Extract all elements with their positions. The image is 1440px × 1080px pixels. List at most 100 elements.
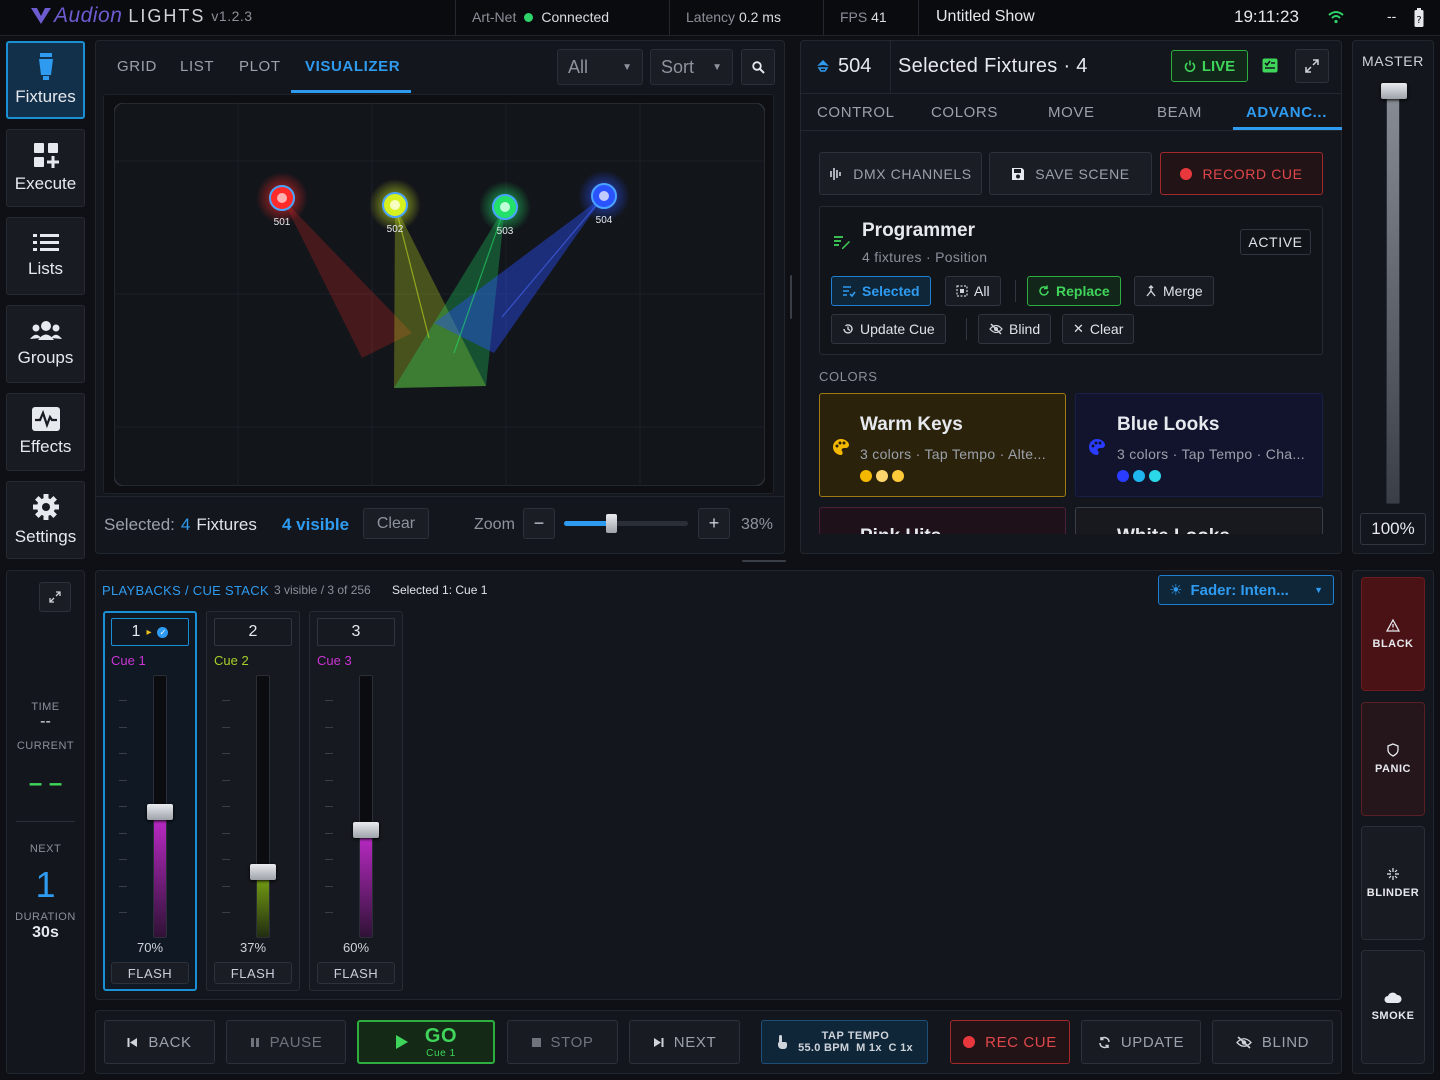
preset-title: Pink Hits — [860, 526, 941, 534]
color-preset-white-looks[interactable]: White Looks — [1075, 507, 1323, 534]
preset-swatches — [860, 470, 904, 482]
cue-column[interactable] — [309, 611, 403, 991]
next-button[interactable]: NEXT — [629, 1020, 740, 1064]
waveform-icon — [31, 407, 60, 431]
save-icon — [1012, 167, 1025, 180]
flash-button[interactable]: FLASH — [111, 962, 189, 984]
tap-tempo-button[interactable]: TAP TEMPO 55.0 BPM M 1x C 1x — [761, 1020, 928, 1064]
blackout-button[interactable]: BLACK — [1361, 577, 1425, 691]
dmx-channels-button[interactable]: DMX CHANNELS — [819, 152, 982, 195]
fader-tick — [222, 859, 230, 860]
zoom-slider[interactable] — [564, 514, 688, 533]
tab-advanced[interactable]: ADVANC... — [1246, 104, 1327, 121]
pause-button[interactable]: PAUSE — [226, 1020, 346, 1064]
tab-move[interactable]: MOVE — [1048, 104, 1095, 121]
cue-fader-handle[interactable] — [147, 803, 173, 820]
tab-list[interactable]: LIST — [180, 58, 214, 75]
cue-number-box[interactable]: 1 ▸ ✓ — [111, 618, 189, 646]
current-label: CURRENT — [16, 740, 75, 752]
preset-title: Warm Keys — [860, 414, 963, 435]
panic-button[interactable]: PANIC — [1361, 702, 1425, 816]
expand-panel-button[interactable] — [1295, 49, 1329, 83]
zoom-slider-fill — [564, 521, 612, 526]
checklist-icon[interactable] — [1262, 58, 1278, 73]
zoom-in-button[interactable]: + — [698, 508, 730, 539]
color-preset-pink-hits[interactable]: Pink Hits — [819, 507, 1066, 534]
update-cue-button[interactable]: Update Cue — [831, 314, 946, 344]
record-cue-button[interactable]: RECORD CUE — [1160, 152, 1323, 195]
search-button[interactable] — [741, 49, 775, 85]
blind-button[interactable]: Blind — [978, 314, 1052, 344]
clear-programmer-button[interactable]: ✕ Clear — [1062, 314, 1135, 344]
live-button[interactable]: LIVE — [1171, 50, 1248, 82]
merge-mode-button[interactable]: Merge — [1134, 276, 1214, 306]
selected-fixture-id: 504 — [838, 55, 872, 77]
cue-number-box[interactable]: 3 — [317, 618, 395, 646]
all-scope-button[interactable]: All — [945, 276, 1001, 306]
master-fader-handle[interactable] — [1381, 83, 1407, 99]
color-swatch — [1133, 470, 1145, 482]
fader-tick — [119, 806, 127, 807]
color-preset-blue-looks[interactable]: Blue Looks 3 colors · Tap Tempo · Cha... — [1075, 393, 1323, 497]
fader-tick — [222, 753, 230, 754]
preset-title: Blue Looks — [1117, 414, 1220, 435]
replace-mode-button[interactable]: Replace — [1027, 276, 1121, 306]
cue-fader[interactable] — [147, 675, 173, 938]
blinder-button[interactable]: BLINDER — [1361, 826, 1425, 940]
cue-column[interactable] — [103, 611, 197, 991]
stop-button[interactable]: STOP — [507, 1020, 618, 1064]
sort-dropdown[interactable]: Sort ▼ — [650, 49, 733, 85]
clear-selection-button[interactable]: Clear — [363, 508, 429, 539]
horizontal-resize-handle[interactable] — [742, 560, 786, 562]
preset-subtitle: 3 colors · Tap Tempo · Alte... — [860, 446, 1046, 462]
stage-canvas[interactable]: 501 502 503 504 — [114, 103, 765, 486]
cue-column[interactable] — [206, 611, 300, 991]
tab-grid[interactable]: GRID — [117, 58, 157, 75]
zoom-slider-handle[interactable] — [606, 514, 618, 533]
tab-colors[interactable]: COLORS — [931, 104, 998, 121]
zoom-out-button[interactable]: − — [523, 508, 555, 539]
filter-dropdown[interactable]: All ▼ — [557, 49, 643, 85]
gear-icon — [32, 494, 59, 520]
record-dot-icon — [1180, 167, 1193, 180]
master-fader[interactable] — [1381, 83, 1407, 504]
nav-settings[interactable]: Settings — [6, 481, 85, 559]
nav-fixtures[interactable]: Fixtures — [6, 41, 85, 119]
cue-fader[interactable] — [353, 675, 379, 938]
flash-button[interactable]: FLASH — [214, 962, 292, 984]
nav-effects[interactable]: Effects — [6, 393, 85, 471]
show-name[interactable]: Untitled Show — [936, 8, 1035, 26]
tab-control[interactable]: CONTROL — [817, 104, 895, 121]
fader-mode-dropdown[interactable]: ☀ Fader: Inten... ▼ — [1158, 575, 1334, 605]
fader-tick — [119, 859, 127, 860]
tab-plot[interactable]: PLOT — [239, 58, 281, 75]
go-button[interactable]: GO Cue 1 — [357, 1020, 495, 1064]
nav-groups[interactable]: Groups — [6, 305, 85, 383]
rec-cue-button[interactable]: REC CUE — [950, 1020, 1070, 1064]
cue-fader[interactable] — [250, 675, 276, 938]
nav-lists[interactable]: Lists — [6, 217, 85, 295]
update-button[interactable]: UPDATE — [1081, 1020, 1201, 1064]
fixture-label-503: 503 — [497, 226, 514, 237]
color-preset-warm-keys[interactable]: Warm Keys 3 colors · Tap Tempo · Alte... — [819, 393, 1066, 497]
tab-beam[interactable]: BEAM — [1157, 104, 1202, 121]
save-scene-button[interactable]: SAVE SCENE — [989, 152, 1152, 195]
color-presets-list[interactable]: Warm Keys 3 colors · Tap Tempo · Alte...… — [801, 392, 1341, 534]
color-swatch — [860, 470, 872, 482]
color-swatch — [876, 470, 888, 482]
flash-button[interactable]: FLASH — [317, 962, 395, 984]
visible-count: 4 visible — [282, 515, 350, 534]
expand-playbacks-button[interactable] — [39, 582, 71, 612]
selected-scope-button[interactable]: Selected — [831, 276, 931, 306]
blind-transport-button[interactable]: BLIND — [1212, 1020, 1333, 1064]
cue-fader-handle[interactable] — [250, 863, 276, 880]
duration-value: 30s — [32, 924, 59, 941]
nav-execute[interactable]: Execute — [6, 129, 85, 207]
smoke-button[interactable]: SMOKE — [1361, 950, 1425, 1064]
tab-visualizer[interactable]: VISUALIZER — [305, 58, 400, 75]
cue-fader-handle[interactable] — [353, 822, 379, 839]
vertical-resize-handle[interactable] — [790, 275, 792, 319]
cue-number-box[interactable]: 2 — [214, 618, 292, 646]
back-button[interactable]: BACK — [104, 1020, 215, 1064]
sun-icon: ☀ — [1169, 582, 1183, 599]
